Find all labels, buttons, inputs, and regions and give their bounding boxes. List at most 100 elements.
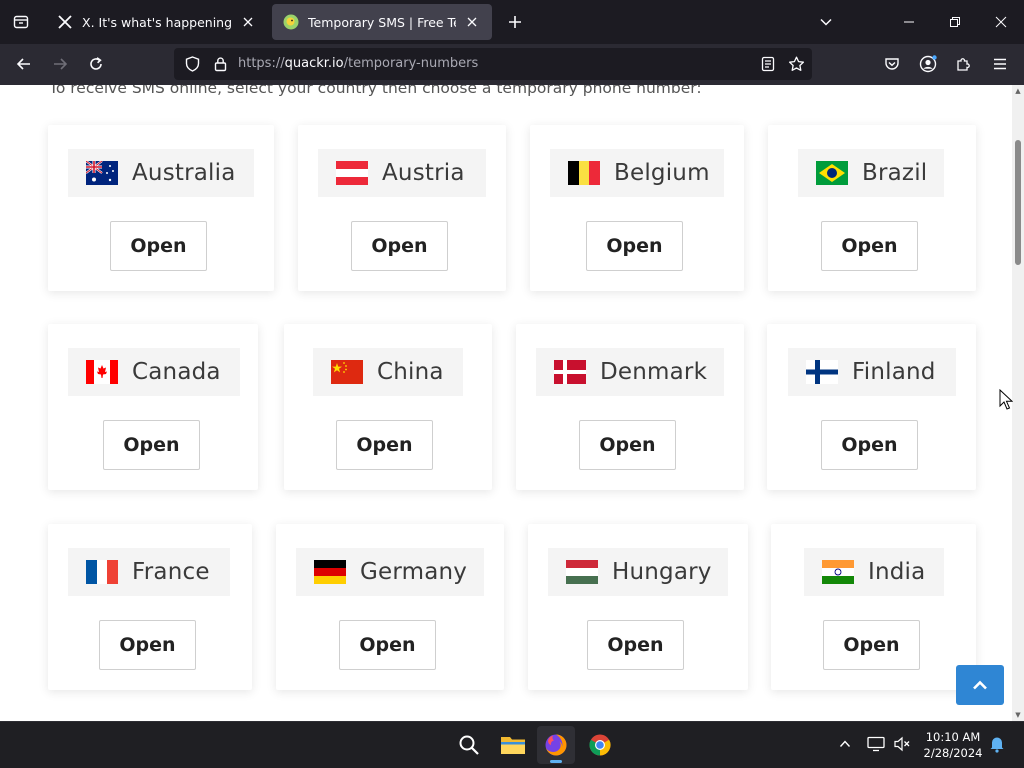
country-name: France <box>132 559 210 585</box>
extensions-button[interactable] <box>948 48 980 80</box>
network-status-button[interactable] <box>864 732 888 756</box>
restore-icon <box>950 17 960 27</box>
scrollbar-thumb[interactable] <box>1015 140 1021 265</box>
china-flag-icon <box>331 360 363 384</box>
account-icon <box>919 55 937 73</box>
reload-button[interactable] <box>80 48 112 80</box>
volume-button[interactable] <box>890 732 914 756</box>
open-hungary-button[interactable]: Open <box>587 620 684 670</box>
address-bar[interactable]: https://quackr.io/temporary-numbers <box>174 48 812 80</box>
country-name: China <box>377 359 444 385</box>
back-to-top-button[interactable] <box>956 665 1004 705</box>
country-chip: China <box>313 348 463 396</box>
restore-button[interactable] <box>932 0 978 44</box>
taskbar-clock[interactable]: 10:10 AM 2/28/2024 <box>920 729 986 761</box>
taskbar-file-explorer-button[interactable] <box>494 726 532 764</box>
account-button[interactable] <box>912 48 944 80</box>
firefox-view-button[interactable] <box>0 0 42 44</box>
list-all-tabs-button[interactable] <box>810 6 842 38</box>
minimize-icon <box>904 21 914 23</box>
firefox-icon <box>545 734 567 756</box>
country-chip: Brazil <box>798 149 944 197</box>
country-card-france: France Open <box>48 524 252 690</box>
country-card-denmark: Denmark Open <box>516 324 744 490</box>
taskbar-chrome-button[interactable] <box>581 726 619 764</box>
finland-flag-icon <box>806 360 838 384</box>
open-finland-button[interactable]: Open <box>821 420 918 470</box>
tab-bar: X. It's what's happening / X Temporary S… <box>0 0 1024 44</box>
country-chip: Finland <box>788 348 956 396</box>
open-brazil-button[interactable]: Open <box>821 221 918 271</box>
open-india-button[interactable]: Open <box>823 620 920 670</box>
country-chip: Belgium <box>550 149 724 197</box>
close-tab-icon[interactable] <box>462 12 482 32</box>
country-name: Australia <box>132 160 236 186</box>
tab-quackr[interactable]: Temporary SMS | Free Temporary <box>272 4 492 40</box>
country-card-brazil: Brazil Open <box>768 125 976 291</box>
notifications-button[interactable] <box>985 732 1009 756</box>
menu-button[interactable] <box>984 48 1016 80</box>
reader-view-icon[interactable] <box>754 48 782 80</box>
scroll-down-arrow-icon[interactable]: ▼ <box>1012 709 1024 721</box>
hamburger-menu-icon <box>994 58 1006 70</box>
tab-title: X. It's what's happening / X <box>82 14 232 30</box>
open-france-button[interactable]: Open <box>99 620 196 670</box>
url-host: quackr.io <box>284 56 344 71</box>
scroll-up-arrow-icon[interactable]: ▲ <box>1012 85 1024 97</box>
country-chip: Germany <box>296 548 484 596</box>
tracking-protection-shield-icon[interactable] <box>178 48 206 80</box>
open-canada-button[interactable]: Open <box>103 420 200 470</box>
close-tab-icon[interactable] <box>238 12 258 32</box>
chevron-up-icon <box>839 740 851 747</box>
open-austria-button[interactable]: Open <box>351 221 448 271</box>
pocket-button[interactable] <box>876 48 908 80</box>
lock-icon[interactable] <box>206 48 234 80</box>
open-china-button[interactable]: Open <box>336 420 433 470</box>
open-germany-button[interactable]: Open <box>339 620 436 670</box>
close-window-button[interactable] <box>978 0 1024 44</box>
country-chip: India <box>804 548 944 596</box>
arrow-right-icon <box>54 58 68 70</box>
open-denmark-button[interactable]: Open <box>579 420 676 470</box>
country-card-india: India Open <box>771 524 976 690</box>
germany-flag-icon <box>314 560 346 584</box>
country-name: Denmark <box>600 359 708 385</box>
back-button[interactable] <box>8 48 40 80</box>
belgium-flag-icon <box>568 161 600 185</box>
volume-muted-icon <box>894 736 910 752</box>
tab-title: Temporary SMS | Free Temporary <box>308 14 456 30</box>
page-viewport: To receive SMS online, select your count… <box>0 85 1012 721</box>
country-name: Brazil <box>862 160 928 186</box>
minimize-button[interactable] <box>886 0 932 44</box>
india-flag-icon <box>822 560 854 584</box>
country-card-finland: Finland Open <box>767 324 976 490</box>
tab-x[interactable]: X. It's what's happening / X <box>46 4 268 40</box>
open-australia-button[interactable]: Open <box>110 221 207 271</box>
forward-button[interactable] <box>44 48 76 80</box>
pocket-icon <box>885 58 899 70</box>
chevron-down-icon <box>820 18 832 26</box>
france-flag-icon <box>86 560 118 584</box>
file-explorer-icon <box>501 737 525 754</box>
mouse-cursor-icon <box>999 389 1013 410</box>
taskbar-firefox-button[interactable] <box>537 726 575 764</box>
taskbar-search-button[interactable] <box>450 726 488 764</box>
arrow-left-icon <box>16 58 30 70</box>
denmark-flag-icon <box>554 360 586 384</box>
url-text[interactable]: https://quackr.io/temporary-numbers <box>238 56 478 71</box>
bookmark-star-icon[interactable] <box>782 48 810 80</box>
open-belgium-button[interactable]: Open <box>586 221 683 271</box>
puzzle-piece-icon <box>957 58 970 71</box>
country-chip: Canada <box>68 348 240 396</box>
reload-icon <box>90 57 102 70</box>
clock-time: 10:10 AM <box>925 730 981 744</box>
country-card-hungary: Hungary Open <box>528 524 748 690</box>
show-hidden-icons-button[interactable] <box>833 732 857 756</box>
country-name: Germany <box>360 559 468 585</box>
new-tab-button[interactable] <box>500 6 530 38</box>
country-name: Belgium <box>614 160 710 186</box>
url-scheme: https:// <box>238 56 285 71</box>
page-scrollbar[interactable]: ▲ ▼ <box>1012 85 1024 721</box>
country-name: Austria <box>382 160 465 186</box>
country-card-austria: Austria Open <box>298 125 506 291</box>
